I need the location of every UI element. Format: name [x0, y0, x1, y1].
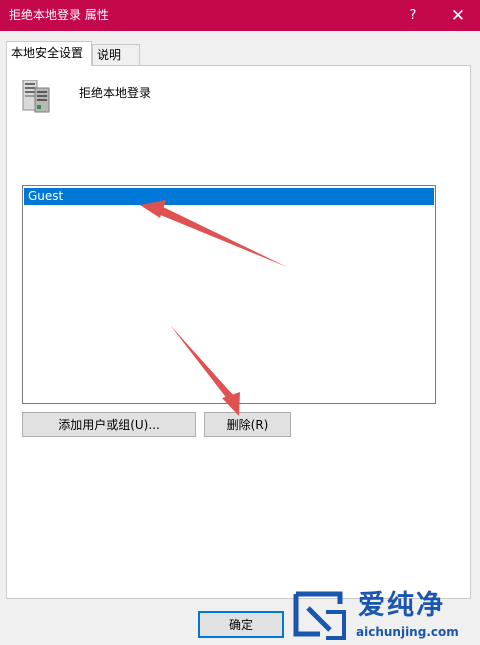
watermark-url: aichunjing.com — [356, 625, 459, 639]
tab-explain[interactable]: 说明 — [92, 44, 140, 65]
brand-logo-icon — [293, 591, 346, 640]
remove-button[interactable]: 删除(R) — [204, 412, 291, 437]
ok-button[interactable]: 确定 — [198, 611, 284, 638]
close-button[interactable]: ✕ — [438, 0, 478, 31]
help-button[interactable]: ? — [393, 0, 433, 31]
title-bar: 拒绝本地登录 属性 ? ✕ — [0, 0, 480, 31]
watermark-brand: 爱纯净 — [358, 590, 445, 621]
policy-title: 拒绝本地登录 — [79, 86, 152, 100]
list-item-guest[interactable]: Guest — [24, 188, 434, 205]
tab-panel: 拒绝本地登录 Guest 添加用户或组(U)... 删除(R) — [6, 65, 471, 599]
window-title: 拒绝本地登录 属性 — [9, 8, 109, 22]
watermark: 爱纯净 aichunjing.com — [288, 588, 480, 645]
server-computer-icon — [22, 80, 50, 113]
user-group-list[interactable]: Guest — [22, 185, 436, 404]
properties-dialog: 拒绝本地登录 属性 ? ✕ 本地安全设置 说明 拒绝本地登录 Guest 添加用… — [0, 0, 480, 645]
tab-local-security-setting[interactable]: 本地安全设置 — [6, 41, 92, 66]
add-user-or-group-button[interactable]: 添加用户或组(U)... — [22, 412, 196, 437]
